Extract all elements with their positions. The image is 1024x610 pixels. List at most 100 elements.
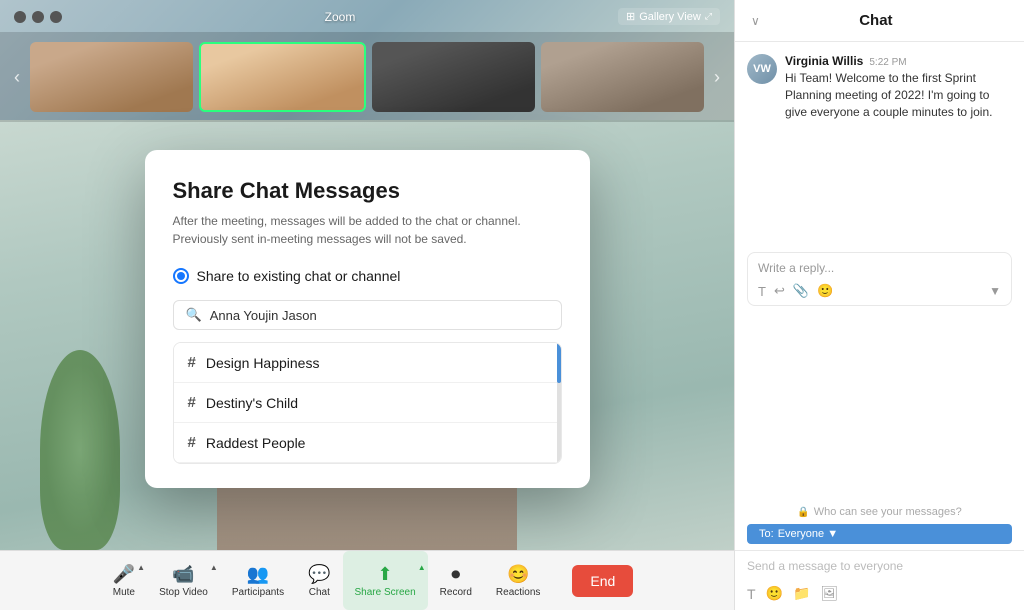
bottom-toolbar: 🎤 Mute ▲ 📹 Stop Video ▲ 👥 Participants 💬… <box>0 550 734 610</box>
text-format-icon[interactable]: T <box>758 284 766 299</box>
chat-format-icon[interactable]: T <box>747 586 756 602</box>
who-sees-text: Who can see your messages? <box>814 506 962 518</box>
attachment-icon[interactable]: 📎 <box>793 283 809 299</box>
participants-icon: 👥 <box>247 564 269 585</box>
reactions-icon: 😊 <box>507 564 529 585</box>
record-button[interactable]: ⏺ Record <box>428 551 484 610</box>
to-value: Everyone ▼ <box>778 528 838 540</box>
thumbnail-1[interactable] <box>199 42 366 112</box>
message-header-0: Virginia Willis 5:22 PM <box>785 54 1012 68</box>
hash-icon-1: # <box>188 394 196 411</box>
person-silhouette-3 <box>541 42 704 112</box>
person-silhouette-2 <box>372 42 535 112</box>
chat-messages: VW Virginia Willis 5:22 PM Hi Team! Welc… <box>735 42 1024 252</box>
message-text-0: Hi Team! Welcome to the first Sprint Pla… <box>785 70 1012 120</box>
search-icon: 🔍 <box>186 307 202 323</box>
message-author-0: Virginia Willis <box>785 54 863 68</box>
gallery-view-button[interactable]: ⊞ Gallery View ⤢ <box>618 8 720 25</box>
participants-button[interactable]: 👥 Participants <box>220 551 296 610</box>
thumbnail-2[interactable] <box>372 42 535 112</box>
stop-video-icon: 📹 <box>172 564 194 585</box>
lock-icon: 🔒 <box>797 507 809 518</box>
reply-tools: T ↩ 📎 🙂 ▼ <box>758 283 1001 299</box>
chat-file-icon[interactable]: 📁 <box>793 585 810 602</box>
maximize-btn[interactable] <box>50 11 62 23</box>
message-time-0: 5:22 PM <box>869 57 906 68</box>
end-button[interactable]: End <box>572 565 633 597</box>
mute-arrow-icon: ▲ <box>137 563 145 572</box>
chat-emoji-icon[interactable]: 🙂 <box>766 585 783 602</box>
chat-panel: ∨ Chat VW Virginia Willis 5:22 PM Hi Tea… <box>734 0 1024 610</box>
mute-button[interactable]: 🎤 Mute ▲ <box>101 551 147 610</box>
minimize-btn[interactable] <box>32 11 44 23</box>
person-silhouette-0 <box>30 42 193 112</box>
to-everyone-selector[interactable]: To: Everyone ▼ <box>747 524 1012 544</box>
thumbnail-3[interactable] <box>541 42 704 112</box>
channel-name-0: Design Happiness <box>206 355 320 371</box>
app-title: Zoom <box>325 10 356 24</box>
next-thumb-button[interactable]: › <box>710 67 724 88</box>
stop-video-arrow-icon: ▲ <box>210 563 218 572</box>
mute-icon: 🎤 <box>113 564 135 585</box>
avatar-0: VW <box>747 54 777 84</box>
hash-icon-2: # <box>188 434 196 451</box>
chat-bottom-tools: T 🙂 📁 🖼 <box>735 581 1024 610</box>
reactions-button[interactable]: 😊 Reactions <box>484 551 552 610</box>
mention-icon[interactable]: ↩ <box>774 283 785 299</box>
modal-description: After the meeting, messages will be adde… <box>173 212 562 248</box>
video-area: Zoom ⊞ Gallery View ⤢ ‹ <box>0 0 734 610</box>
channel-list: # Design Happiness # Destiny's Child # R… <box>173 342 562 464</box>
expand-icon: ⤢ <box>705 11 712 22</box>
hash-icon-0: # <box>188 354 196 371</box>
chat-screenshot-icon[interactable]: 🖼 <box>820 585 838 602</box>
record-icon: ⏺ <box>451 564 460 585</box>
channel-item-2[interactable]: # Raddest People <box>174 423 561 463</box>
modal-overlay: Share Chat Messages After the meeting, m… <box>0 120 734 550</box>
close-btn[interactable] <box>14 11 26 23</box>
message-content-0: Virginia Willis 5:22 PM Hi Team! Welcome… <box>785 54 1012 120</box>
gallery-label: Gallery View <box>639 11 701 23</box>
chat-header: ∨ Chat <box>735 0 1024 42</box>
top-right-controls: ⊞ Gallery View ⤢ <box>618 8 720 25</box>
modal-title: Share Chat Messages <box>173 178 562 204</box>
emoji-icon[interactable]: 🙂 <box>817 283 833 299</box>
channel-name-2: Raddest People <box>206 435 306 451</box>
channel-item-0[interactable]: # Design Happiness <box>174 343 561 383</box>
record-label: Record <box>440 587 472 598</box>
prev-thumb-button[interactable]: ‹ <box>10 67 24 88</box>
chat-button[interactable]: 💬 Chat <box>296 551 342 610</box>
mute-label: Mute <box>113 587 135 598</box>
search-input[interactable]: Anna Youjin Jason <box>210 308 549 323</box>
thumbnail-0[interactable] <box>30 42 193 112</box>
channel-item-1[interactable]: # Destiny's Child <box>174 383 561 423</box>
radio-share-to-existing[interactable]: Share to existing chat or channel <box>173 268 562 284</box>
participants-label: Participants <box>232 587 284 598</box>
reply-box: Write a reply... T ↩ 📎 🙂 ▼ <box>747 252 1012 306</box>
who-sees-label: 🔒 Who can see your messages? <box>735 500 1024 524</box>
channel-name-1: Destiny's Child <box>206 395 298 411</box>
chat-icon: 💬 <box>308 564 330 585</box>
person-silhouette-1 <box>201 44 364 110</box>
to-label: To: <box>759 528 774 540</box>
radio-button[interactable] <box>173 268 189 284</box>
thumbnail-strip: ‹ › <box>0 32 734 122</box>
chat-message-0: VW Virginia Willis 5:22 PM Hi Team! Welc… <box>747 54 1012 120</box>
channel-scrollbar-thumb <box>557 343 561 383</box>
share-screen-arrow-icon: ▲ <box>418 563 426 572</box>
share-screen-button[interactable]: ⬆ Share Screen ▲ <box>343 551 428 610</box>
stop-video-button[interactable]: 📹 Stop Video ▲ <box>147 551 220 610</box>
search-box[interactable]: 🔍 Anna Youjin Jason <box>173 300 562 330</box>
chat-label: Chat <box>309 587 330 598</box>
window-controls <box>14 11 62 23</box>
reactions-label: Reactions <box>496 587 540 598</box>
message-input-area[interactable]: Send a message to everyone <box>735 550 1024 581</box>
share-chat-modal: Share Chat Messages After the meeting, m… <box>145 150 590 488</box>
message-input[interactable]: Send a message to everyone <box>747 559 1012 573</box>
gallery-icon: ⊞ <box>626 10 635 23</box>
reply-input[interactable]: Write a reply... <box>758 259 1001 277</box>
share-screen-label: Share Screen <box>355 587 416 598</box>
chat-title: Chat <box>859 12 892 29</box>
chat-chevron-icon[interactable]: ∨ <box>751 14 760 28</box>
more-options-icon[interactable]: ▼ <box>989 284 1001 298</box>
stop-video-label: Stop Video <box>159 587 208 598</box>
